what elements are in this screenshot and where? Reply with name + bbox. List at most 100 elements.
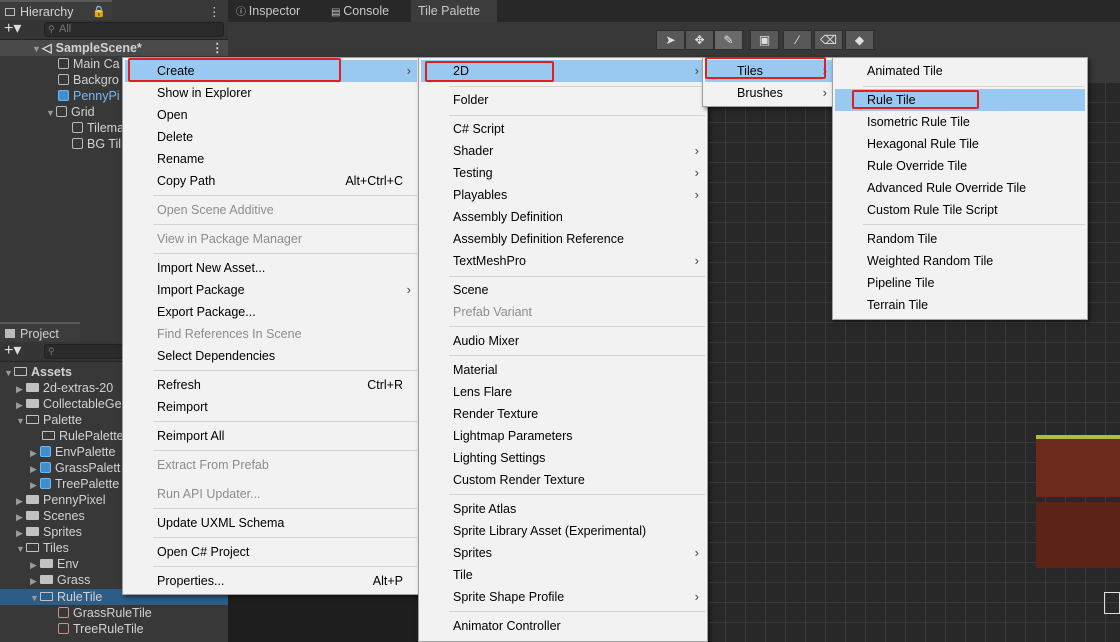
- hierarchy-item[interactable]: Backgro: [58, 72, 119, 88]
- hierarchy-item[interactable]: Tilema: [72, 120, 124, 136]
- project-item[interactable]: ▶ CollectableGe: [16, 396, 122, 412]
- menu-item-testing[interactable]: Testing ›: [421, 162, 705, 184]
- menu-item-isometric-rule-tile[interactable]: Isometric Rule Tile: [835, 111, 1085, 133]
- eraser-tool-button[interactable]: ⌫: [814, 30, 843, 50]
- menu-item-custom-render-texture[interactable]: Custom Render Texture: [421, 469, 705, 491]
- project-item[interactable]: ▼ Assets: [4, 364, 72, 380]
- menu-item-select-dependencies[interactable]: Select Dependencies: [125, 345, 417, 367]
- menu-item-label: Reimport: [157, 400, 208, 414]
- hierarchy-item[interactable]: Main Ca: [58, 56, 120, 72]
- menu-item-lighting-settings[interactable]: Lighting Settings: [421, 447, 705, 469]
- project-item[interactable]: ▶ Env: [30, 556, 79, 572]
- menu-item-hexagonal-rule-tile[interactable]: Hexagonal Rule Tile: [835, 133, 1085, 155]
- project-item[interactable]: ▼ Palette: [16, 412, 82, 428]
- project-item[interactable]: ▶ 2d-extras-20: [16, 380, 113, 396]
- scene-menu-icon[interactable]: ⋮: [211, 40, 224, 56]
- menu-item-label: Playables: [453, 188, 508, 202]
- project-item[interactable]: ▶ GrassPalett: [30, 460, 120, 476]
- menu-item-shader[interactable]: Shader ›: [421, 140, 705, 162]
- menu-item-reimport-all[interactable]: Reimport All: [125, 425, 417, 447]
- menu-item-import-new-asset[interactable]: Import New Asset...: [125, 257, 417, 279]
- menu-item-extract-from-prefab[interactable]: Extract From Prefab: [125, 454, 417, 476]
- menu-item-c-script[interactable]: C# Script: [421, 118, 705, 140]
- item-label: Palette: [43, 413, 82, 427]
- menu-item-material[interactable]: Material: [421, 359, 705, 381]
- menu-item-rule-override-tile[interactable]: Rule Override Tile: [835, 155, 1085, 177]
- menu-item-weighted-random-tile[interactable]: Weighted Random Tile: [835, 250, 1085, 272]
- menu-item-assembly-definition-reference[interactable]: Assembly Definition Reference: [421, 228, 705, 250]
- menu-item-terrain-tile[interactable]: Terrain Tile: [835, 294, 1085, 316]
- project-item[interactable]: GrassRuleTile: [58, 605, 152, 621]
- menu-item-lightmap-parameters[interactable]: Lightmap Parameters: [421, 425, 705, 447]
- hierarchy-tab[interactable]: Hierarchy 🔒 ⋮: [0, 0, 221, 22]
- tab-tile-palette[interactable]: Tile Palette: [411, 0, 497, 22]
- menu-item-custom-rule-tile-script[interactable]: Custom Rule Tile Script: [835, 199, 1085, 221]
- project-item[interactable]: RulePalette: [42, 428, 124, 444]
- menu-item-open-scene-additive[interactable]: Open Scene Additive: [125, 199, 417, 221]
- project-item[interactable]: TreeRuleTile: [58, 621, 144, 637]
- menu-item-playables[interactable]: Playables ›: [421, 184, 705, 206]
- project-item[interactable]: ▶ Sprites: [16, 524, 82, 540]
- add-icon[interactable]: +▾: [4, 342, 21, 360]
- menu-item-view-in-package-manager[interactable]: View in Package Manager: [125, 228, 417, 250]
- menu-item-brushes[interactable]: Brushes ›: [705, 82, 833, 104]
- menu-item-audio-mixer[interactable]: Audio Mixer: [421, 330, 705, 352]
- project-item[interactable]: ▼ Tiles: [16, 540, 69, 556]
- menu-item-open[interactable]: Open: [125, 104, 417, 126]
- menu-item-export-package[interactable]: Export Package...: [125, 301, 417, 323]
- menu-dots-icon[interactable]: ⋮: [208, 2, 221, 22]
- fill-tool-button[interactable]: ◆: [845, 30, 874, 50]
- box-fill-tool-button[interactable]: ▣: [750, 30, 779, 50]
- menu-item-rename[interactable]: Rename: [125, 148, 417, 170]
- menu-item-sprite-atlas[interactable]: Sprite Atlas: [421, 498, 705, 520]
- hierarchy-item[interactable]: PennyPi: [58, 88, 120, 104]
- hierarchy-search-input[interactable]: ⚲ All: [44, 22, 224, 37]
- menu-item-scene[interactable]: Scene: [421, 279, 705, 301]
- menu-item-lens-flare[interactable]: Lens Flare: [421, 381, 705, 403]
- menu-item-update-uxml-schema[interactable]: Update UXML Schema: [125, 512, 417, 534]
- tab-console[interactable]: ▤ Console: [331, 0, 413, 22]
- menu-item-show-in-explorer[interactable]: Show in Explorer: [125, 82, 417, 104]
- project-tab[interactable]: Project: [0, 322, 80, 342]
- select-tool-button[interactable]: ➤: [656, 30, 685, 50]
- menu-item-open-c-project[interactable]: Open C# Project: [125, 541, 417, 563]
- menu-item-reimport[interactable]: Reimport: [125, 396, 417, 418]
- menu-item-sprite-shape-profile[interactable]: Sprite Shape Profile ›: [421, 586, 705, 608]
- picker-tool-button[interactable]: ⁄: [783, 30, 812, 50]
- menu-item-sprite-library-asset-experimental[interactable]: Sprite Library Asset (Experimental): [421, 520, 705, 542]
- project-item[interactable]: ▶ Grass: [30, 572, 90, 588]
- hierarchy-item[interactable]: BG Til: [72, 136, 121, 152]
- menu-item-pipeline-tile[interactable]: Pipeline Tile: [835, 272, 1085, 294]
- tab-inspector[interactable]: ⓘ Inspector: [236, 0, 331, 22]
- menu-item-refresh[interactable]: Refresh Ctrl+R: [125, 374, 417, 396]
- menu-item-delete[interactable]: Delete: [125, 126, 417, 148]
- project-item[interactable]: ▶ EnvPalette: [30, 444, 115, 460]
- paint-tool-button[interactable]: ✎: [714, 30, 743, 50]
- menu-item-run-api-updater[interactable]: Run API Updater...: [125, 483, 417, 505]
- menu-item-import-package[interactable]: Import Package ›: [125, 279, 417, 301]
- menu-item-assembly-definition[interactable]: Assembly Definition: [421, 206, 705, 228]
- hierarchy-item[interactable]: ▼ Grid: [46, 104, 95, 120]
- scene-row[interactable]: ▼◁ SampleScene* ⋮: [0, 40, 228, 56]
- menu-item-random-tile[interactable]: Random Tile: [835, 228, 1085, 250]
- lock-icon[interactable]: 🔒: [92, 2, 106, 22]
- project-item[interactable]: ▶ PennyPixel: [16, 492, 106, 508]
- move-tool-button[interactable]: ✥: [685, 30, 714, 50]
- menu-item-animator-controller[interactable]: Animator Controller: [421, 615, 705, 637]
- tile-preview[interactable]: [1036, 435, 1120, 497]
- add-icon[interactable]: +▾: [4, 20, 21, 38]
- menu-item-textmeshpro[interactable]: TextMeshPro ›: [421, 250, 705, 272]
- menu-item-render-texture[interactable]: Render Texture: [421, 403, 705, 425]
- menu-item-tile[interactable]: Tile: [421, 564, 705, 586]
- menu-item-copy-path[interactable]: Copy Path Alt+Ctrl+C: [125, 170, 417, 192]
- project-item[interactable]: ▶ TreePalette: [30, 476, 119, 492]
- menu-item-find-references-in-scene[interactable]: Find References In Scene: [125, 323, 417, 345]
- project-item[interactable]: ▶ Scenes: [16, 508, 85, 524]
- tile-preview[interactable]: [1036, 502, 1120, 568]
- menu-item-animated-tile[interactable]: Animated Tile: [835, 60, 1085, 82]
- menu-item-properties[interactable]: Properties... Alt+P: [125, 570, 417, 592]
- menu-item-advanced-rule-override-tile[interactable]: Advanced Rule Override Tile: [835, 177, 1085, 199]
- menu-item-sprites[interactable]: Sprites ›: [421, 542, 705, 564]
- menu-item-prefab-variant[interactable]: Prefab Variant: [421, 301, 705, 323]
- menu-item-folder[interactable]: Folder: [421, 89, 705, 111]
